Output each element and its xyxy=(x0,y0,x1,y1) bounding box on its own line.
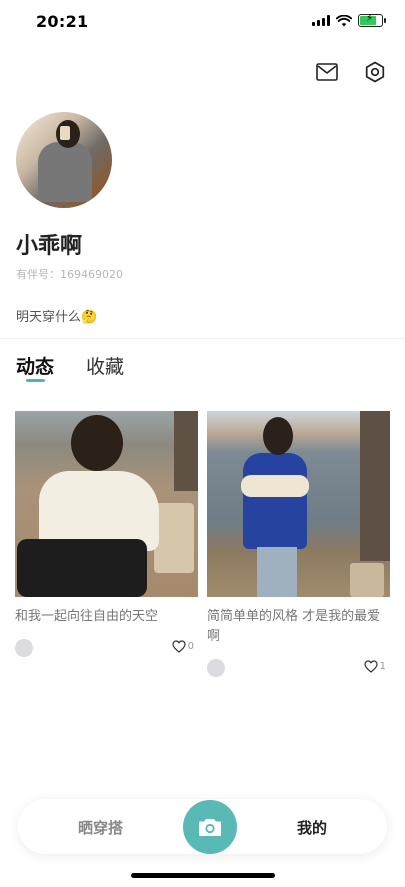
tab-posts-label: 动态 xyxy=(16,356,55,378)
tab-active-indicator xyxy=(26,379,45,382)
home-indicator xyxy=(131,873,275,878)
camera-button[interactable] xyxy=(183,800,237,854)
nav-mine[interactable]: 我的 xyxy=(297,817,327,838)
tab-posts[interactable]: 动态 xyxy=(16,352,55,382)
mail-icon xyxy=(316,63,338,81)
username: 小乖啊 xyxy=(16,234,83,259)
author-avatar[interactable] xyxy=(15,639,33,657)
partner-id: 有伴号：169469020 xyxy=(16,268,123,281)
divider xyxy=(0,338,405,339)
like-button[interactable]: 0 xyxy=(172,640,194,653)
nav-share-outfit[interactable]: 晒穿搭 xyxy=(78,817,123,838)
like-count: 0 xyxy=(187,641,194,652)
wifi-icon xyxy=(336,14,352,26)
post-title: 简简单单的风格 才是我的最爱啊 xyxy=(207,609,381,644)
camera-icon xyxy=(199,819,221,836)
top-actions xyxy=(315,60,387,84)
settings-icon xyxy=(365,61,385,83)
status-icons: ⚡ xyxy=(312,13,386,27)
post-photo[interactable] xyxy=(207,411,390,597)
profile-avatar[interactable] xyxy=(16,112,112,208)
mail-button[interactable] xyxy=(315,60,339,84)
post-card[interactable]: 简简单单的风格 才是我的最爱啊 1 xyxy=(207,411,390,681)
heart-icon xyxy=(364,660,378,673)
settings-button[interactable] xyxy=(363,60,387,84)
like-count: 1 xyxy=(379,661,386,672)
status-bar: 20:21 ⚡ xyxy=(0,0,405,44)
post-card[interactable]: 和我一起向往自由的天空 0 xyxy=(15,411,198,661)
signal-icon xyxy=(312,15,330,26)
post-title: 和我一起向往自由的天空 xyxy=(15,609,159,624)
author-avatar[interactable] xyxy=(207,659,225,677)
battery-icon: ⚡ xyxy=(358,13,386,27)
status-time: 20:21 xyxy=(36,12,89,31)
profile-tabs: 动态 收藏 xyxy=(16,352,124,382)
post-photo[interactable] xyxy=(15,411,198,597)
tab-favorites-label: 收藏 xyxy=(86,356,125,378)
like-button[interactable]: 1 xyxy=(364,660,386,673)
heart-icon xyxy=(172,640,186,653)
bio: 明天穿什么🤔 xyxy=(16,310,98,325)
tab-favorites[interactable]: 收藏 xyxy=(86,352,124,379)
